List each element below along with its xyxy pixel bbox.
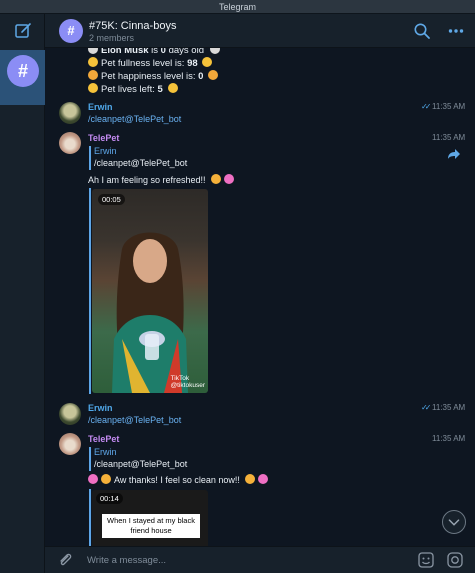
message-composer [45,546,475,573]
compose-icon[interactable] [12,20,34,42]
message-time: 11:35 AM [432,403,466,412]
message-time: 11:35 AM [432,133,466,142]
halo-face-icon [168,83,179,93]
message-time: 11:35 AM [432,102,466,111]
chat-title[interactable]: #75K: Cinna-boys [89,20,176,32]
forward-icon[interactable] [447,148,461,160]
more-icon[interactable] [447,22,465,40]
video-player[interactable]: 00:14 When I stayed at my black friend h… [92,490,208,546]
read-checks-icon: ✓✓ [421,102,432,111]
search-icon[interactable] [413,22,431,40]
video-duration: 00:05 [98,194,125,205]
video-duration: 00:14 [96,493,123,504]
sticker-icon[interactable] [417,551,435,569]
sidebar: # [0,14,45,573]
reply-bar [89,447,91,471]
member-count: 2 members [89,33,135,43]
avatar-telepet[interactable] [59,132,81,154]
command-link[interactable]: /cleanpet@TelePet_bot [88,114,181,124]
sender-name[interactable]: Erwin [88,102,113,112]
pet-status-message: Elon Musk is 0 days old Pet fullness lev… [88,48,223,96]
smiling-face-icon [211,174,222,184]
reply-text[interactable]: /cleanpet@TelePet_bot [94,158,187,168]
command-link[interactable]: /cleanpet@TelePet_bot [88,415,181,425]
tiktok-watermark: TikTok @tiktokuser [170,375,205,389]
message-text: Ah I am feeling so refreshed!! [88,174,237,185]
halo-face-icon [88,83,98,93]
attach-icon[interactable] [57,552,73,568]
chat-avatar: # [7,55,39,87]
scroll-down-icon[interactable] [442,510,466,534]
chat-header: # #75K: Cinna-boys 2 members [45,14,475,48]
group-avatar[interactable]: # [59,19,83,43]
reply-bar [89,146,91,170]
smiling-face-icon [101,474,111,484]
video-player[interactable]: 00:05 TikTok @tiktokuser [92,189,208,393]
camera-icon[interactable] [446,551,464,569]
video-quote-bar [89,188,91,394]
sender-name[interactable]: TelePet [88,133,119,143]
sender-name[interactable]: Erwin [88,403,113,413]
read-checks-icon: ✓✓ [421,403,432,412]
reply-sender[interactable]: Erwin [94,447,117,457]
pet-happiness-line: Pet happiness level is: 0 [88,70,223,83]
sender-name[interactable]: TelePet [88,434,119,444]
avatar-telepet[interactable] [59,433,81,455]
pet-age-line: Elon Musk is 0 days old [88,48,223,57]
message-input[interactable] [87,552,407,569]
video-caption: When I stayed at my black friend house [102,514,200,538]
reply-text[interactable]: /cleanpet@TelePet_bot [94,459,187,469]
pet-fullness-line: Pet fullness level is: 98 [88,57,223,70]
video-quote-bar [89,489,91,546]
avatar-erwin[interactable] [59,403,81,425]
hearts-icon [224,174,235,184]
yum-face-icon [202,57,213,67]
pet-face-icon [209,48,220,54]
avatar-erwin[interactable] [59,102,81,124]
message-time: 11:35 AM [432,434,466,443]
smiling-face-icon [245,474,256,484]
message-text: Aw thanks! I feel so clean now!! [88,474,271,485]
hearts-icon [258,474,269,484]
video-thumbnail [112,232,188,393]
smile-face-icon [208,70,219,80]
yum-face-icon [88,57,98,67]
hearts-icon [88,474,98,484]
message-list[interactable]: Elon Musk is 0 days old Pet fullness lev… [45,48,475,546]
chat-list-item-cinna-boys[interactable]: # [0,50,45,105]
pet-face-icon [88,48,98,54]
reply-sender[interactable]: Erwin [94,146,117,156]
smile-face-icon [88,70,98,80]
window-title: Telegram [0,0,475,14]
pet-lives-line: Pet lives left: 5 [88,83,223,96]
